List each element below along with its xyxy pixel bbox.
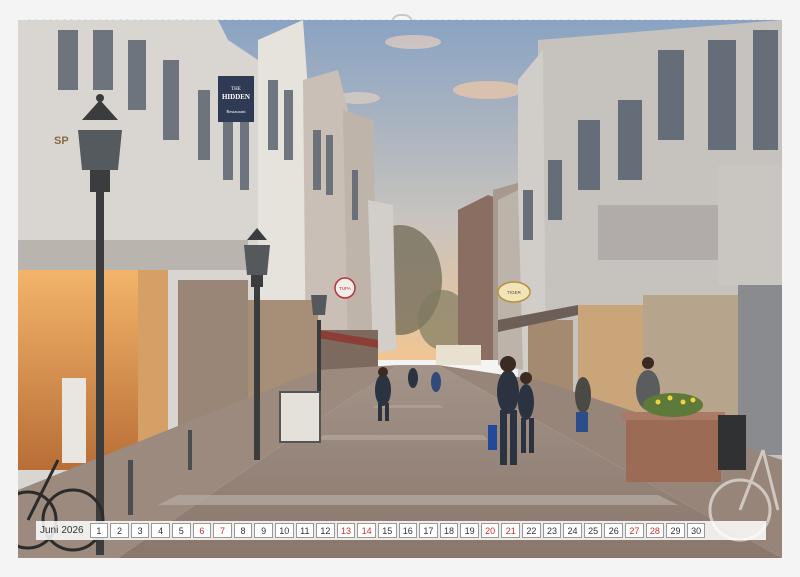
month-year: 2026 <box>61 525 84 536</box>
day-cell: 23 <box>542 523 562 538</box>
mid-left-sign: TUPA <box>339 286 351 291</box>
day-cell: 3 <box>130 523 150 538</box>
day-cell: 2 <box>110 523 129 538</box>
left-store-sign: SP <box>54 135 69 147</box>
hidden-sign-name: HIDDEN <box>222 93 250 101</box>
day-cell: 1 <box>89 523 109 538</box>
day-cell: 29 <box>666 523 685 538</box>
day-cell: 11 <box>295 523 315 538</box>
day-cell: 14 <box>357 523 376 538</box>
day-cell: 5 <box>171 523 191 538</box>
day-cell: 18 <box>439 523 459 538</box>
day-cell: 13 <box>336 523 356 538</box>
day-cell: 25 <box>583 523 603 538</box>
day-cell: 6 <box>192 523 212 538</box>
day-cell: 22 <box>522 523 541 538</box>
day-cell: 20 <box>480 523 500 538</box>
street-photo: THE HIDDEN Restaurant SP TUPA TIGER <box>18 20 782 558</box>
day-cell: 16 <box>398 523 418 538</box>
day-cell: 21 <box>501 523 521 538</box>
day-cell: 12 <box>316 523 335 538</box>
day-cell: 9 <box>254 523 273 538</box>
day-cell: 7 <box>213 523 232 538</box>
tiger-sign: TIGER <box>507 290 522 295</box>
month-label: Juni 2026 <box>36 525 90 536</box>
hidden-sign-top: THE <box>231 87 241 92</box>
hidden-sign-sub: Restaurant <box>226 109 246 114</box>
day-cell: 27 <box>625 523 644 538</box>
day-cell: 17 <box>419 523 438 538</box>
calendar-strip: Juni 2026 1 2 3 4 5 6 7 8 9 10 11 12 13 14 15 16 17 18 19 20… <box>36 521 766 540</box>
day-cell: 26 <box>604 523 624 538</box>
day-cell: 15 <box>377 523 397 538</box>
day-cell: 30 <box>686 523 706 538</box>
day-cell: 10 <box>274 523 294 538</box>
day-cell: 4 <box>151 523 170 538</box>
day-cell: 19 <box>460 523 479 538</box>
day-cells: 1 2 3 4 5 6 7 8 9 10 11 12 13 14 15 16 17 18 19 20 21 22 23 24 2… <box>89 523 706 538</box>
month-name: Juni <box>40 525 59 536</box>
day-cell: 28 <box>645 523 665 538</box>
day-cell: 8 <box>233 523 253 538</box>
day-cell: 24 <box>563 523 582 538</box>
planter <box>626 417 721 482</box>
